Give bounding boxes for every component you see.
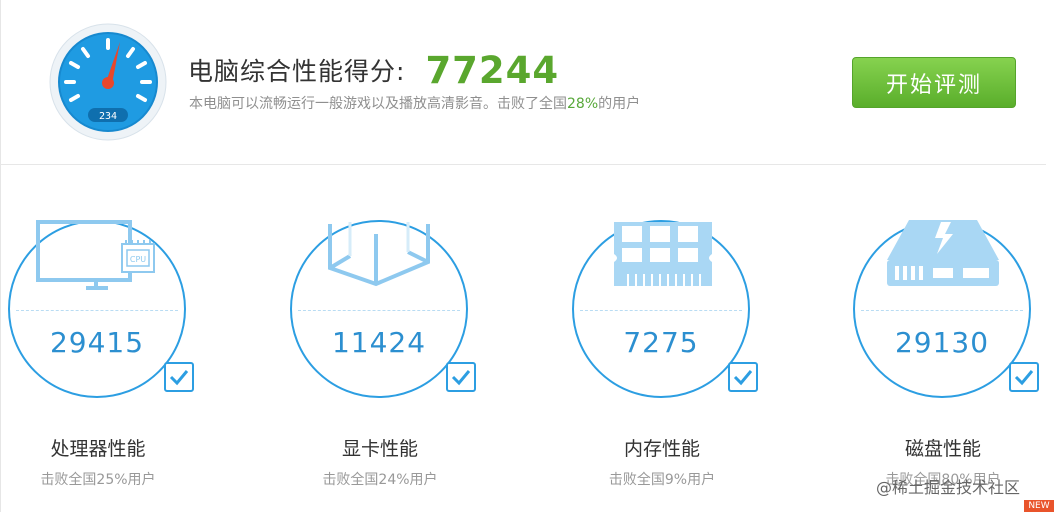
- score-title: 电脑综合性能得分: 77244: [188, 48, 560, 92]
- memory-beat-text: 击败全国9%用户: [608, 472, 716, 488]
- gauge-reading: 234: [99, 111, 117, 122]
- header-divider: [0, 164, 1046, 165]
- cpu-beat-text: 击败全国25%用户: [40, 472, 156, 488]
- gpu-label: 显卡性能: [341, 438, 418, 460]
- memory-label: 内存性能: [623, 438, 700, 460]
- start-benchmark-button[interactable]: 开始评测: [852, 57, 1016, 108]
- metric-divider: [861, 310, 1023, 311]
- checkbox-checked-icon[interactable]: [164, 362, 194, 392]
- metric-divider: [580, 310, 742, 311]
- gpu-beat-text: 击败全国24%用户: [322, 472, 438, 488]
- new-badge: NEW: [1024, 500, 1054, 512]
- checkbox-checked-icon[interactable]: [446, 362, 476, 392]
- memory-chip-icon: [614, 222, 712, 286]
- gpu-cube-icon: [328, 222, 430, 287]
- summary-suffix: 的用户: [598, 96, 641, 112]
- checkbox-checked-icon[interactable]: [1009, 362, 1039, 392]
- metric-card-gpu: 11424: [290, 214, 476, 399]
- disk-label: 磁盘性能: [904, 438, 981, 460]
- speedometer-icon: 234: [49, 23, 167, 141]
- metric-divider: [298, 310, 460, 311]
- window-edge: [0, 0, 1, 512]
- summary-percent: 28%: [567, 96, 599, 112]
- metric-card-disk: 29130: [853, 214, 1039, 399]
- watermark: @稀土掘金技术社区: [876, 478, 1021, 497]
- memory-score: 7275: [623, 326, 699, 359]
- metric-card-memory: 7275: [572, 214, 758, 399]
- gpu-score: 11424: [331, 326, 427, 359]
- summary-prefix: 本电脑可以流畅运行一般游戏以及播放高清影音。击败了全国: [189, 96, 567, 112]
- total-score: 77244: [425, 48, 560, 92]
- metric-card-cpu: CPU 29415: [8, 214, 194, 399]
- disk-score: 29130: [894, 326, 990, 359]
- disk-drive-icon: [887, 220, 999, 286]
- cpu-monitor-icon: CPU: [36, 220, 155, 290]
- svg-text:CPU: CPU: [130, 255, 146, 264]
- metric-divider: [16, 310, 178, 311]
- cpu-score: 29415: [49, 326, 145, 359]
- checkbox-checked-icon[interactable]: [728, 362, 758, 392]
- score-summary: 本电脑可以流畅运行一般游戏以及播放高清影音。击败了全国28%的用户: [189, 93, 640, 113]
- score-title-label: 电脑综合性能得分:: [188, 57, 406, 86]
- cpu-label: 处理器性能: [50, 438, 146, 460]
